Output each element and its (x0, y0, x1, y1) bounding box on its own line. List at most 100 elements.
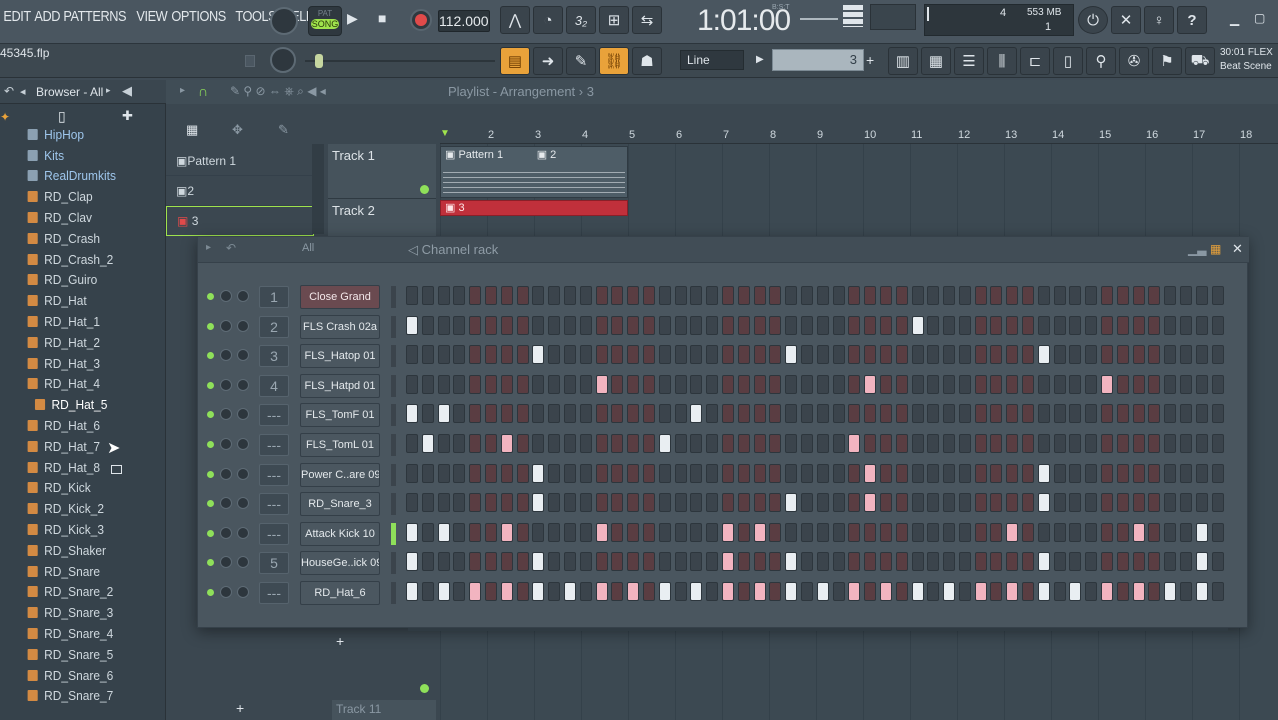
step-button[interactable] (563, 345, 576, 365)
step-button[interactable] (1053, 463, 1066, 483)
record-button[interactable] (410, 9, 432, 31)
step-button[interactable] (674, 552, 687, 572)
channel-select-indicator[interactable] (391, 463, 396, 486)
step-button[interactable] (658, 493, 671, 513)
step-button[interactable] (500, 522, 513, 542)
mixer-icon[interactable]: ⫼ (987, 47, 1017, 75)
playhead-icon[interactable]: ▼ (440, 128, 450, 139)
step-button[interactable] (721, 552, 734, 572)
step-button[interactable] (406, 493, 418, 513)
step-button[interactable] (1101, 315, 1114, 335)
timeline-ruler[interactable]: 2 3 4 5 6 7 8 9 10 11 12 13 14 15 16 17 18 (440, 128, 1278, 144)
step-button[interactable] (943, 345, 956, 365)
step-button[interactable] (974, 463, 987, 483)
track-mute-led[interactable] (420, 185, 429, 194)
menu-add[interactable]: ADD (31, 8, 63, 25)
step-button[interactable] (1211, 582, 1224, 601)
step-button[interactable] (674, 404, 687, 424)
step-button[interactable] (1132, 404, 1145, 424)
step-button[interactable] (879, 463, 892, 483)
step-button[interactable] (516, 345, 529, 365)
step-button[interactable] (895, 582, 908, 601)
step-button[interactable] (1006, 286, 1019, 305)
step-button[interactable] (879, 522, 892, 542)
rack-undo-icon[interactable]: ↶ (226, 241, 236, 255)
step-button[interactable] (737, 345, 750, 365)
browser-file[interactable]: RD_Hat_4 (0, 374, 153, 395)
step-button[interactable] (1101, 374, 1114, 394)
step-button[interactable] (911, 374, 924, 394)
step-button[interactable] (1053, 374, 1066, 394)
step-button[interactable] (737, 463, 750, 483)
step-button[interactable] (1053, 286, 1066, 305)
step-button[interactable] (674, 374, 687, 394)
step-button[interactable] (1069, 463, 1082, 483)
step-button[interactable] (1037, 286, 1050, 305)
channel-select-indicator[interactable] (391, 582, 396, 604)
step-button[interactable] (1101, 345, 1114, 365)
online-icon[interactable]: ⏻ (1078, 6, 1108, 34)
step-button[interactable] (895, 315, 908, 335)
step-button[interactable] (611, 552, 624, 572)
rack-scrollbar[interactable] (408, 628, 1228, 631)
step-button[interactable] (911, 286, 924, 305)
step-button[interactable] (579, 286, 592, 305)
step-button[interactable] (437, 315, 450, 335)
step-button[interactable] (421, 345, 434, 365)
step-button[interactable] (706, 315, 719, 335)
step-button[interactable] (832, 404, 845, 424)
step-button[interactable] (1085, 582, 1098, 601)
menu-edit[interactable]: EDIT (0, 8, 34, 25)
step-button[interactable] (1195, 552, 1208, 572)
step-button[interactable] (832, 493, 845, 513)
browser-file[interactable]: RD_Clav (0, 207, 153, 228)
step-button[interactable] (990, 286, 1003, 305)
step-button[interactable] (848, 345, 861, 365)
step-button[interactable] (706, 345, 719, 365)
step-button[interactable] (579, 345, 592, 365)
pattern-item[interactable]: ▣ 3 (166, 206, 314, 236)
channel-mute-led[interactable] (207, 589, 214, 596)
step-button[interactable] (406, 434, 418, 453)
step-button[interactable] (1101, 434, 1114, 453)
step-button[interactable] (990, 374, 1003, 394)
step-button[interactable] (737, 374, 750, 394)
channel-volume-knob[interactable] (220, 586, 232, 598)
step-button[interactable] (484, 286, 497, 305)
step-button[interactable] (895, 404, 908, 424)
channel-volume-knob[interactable] (220, 526, 232, 539)
step-button[interactable] (406, 315, 418, 335)
channel-mute-led[interactable] (207, 411, 214, 419)
step-button[interactable] (974, 404, 987, 424)
step-button[interactable] (1195, 434, 1208, 453)
step-button[interactable] (579, 552, 592, 572)
step-button[interactable] (706, 286, 719, 305)
step-button[interactable] (706, 404, 719, 424)
step-button[interactable] (658, 345, 671, 365)
step-button[interactable] (958, 434, 971, 453)
step-button[interactable] (737, 582, 750, 601)
step-button[interactable] (911, 315, 924, 335)
step-button[interactable] (1164, 345, 1177, 365)
step-button[interactable] (864, 345, 877, 365)
step-button[interactable] (1195, 345, 1208, 365)
step-button[interactable] (1006, 434, 1019, 453)
step-button[interactable] (627, 582, 640, 601)
step-button[interactable] (1211, 552, 1224, 572)
pat-song-toggle[interactable]: PAT SONG (308, 6, 342, 36)
mixer-track-number[interactable]: --- (259, 582, 289, 604)
browser-file[interactable]: RD_Hat (0, 290, 153, 311)
step-button[interactable] (500, 315, 513, 335)
channel-select-indicator[interactable] (391, 345, 396, 368)
menu-patterns[interactable]: PATTERNS (60, 8, 130, 25)
step-button[interactable] (690, 315, 703, 335)
step-button[interactable] (848, 374, 861, 394)
step-button[interactable] (990, 315, 1003, 335)
mixer-track-number[interactable]: 5 (259, 552, 289, 575)
step-button[interactable] (1211, 493, 1224, 513)
step-button[interactable] (484, 463, 497, 483)
step-button[interactable] (785, 404, 798, 424)
step-button[interactable] (1006, 463, 1019, 483)
menu-view[interactable]: VIEW (133, 8, 171, 25)
step-value[interactable]: 3 (772, 49, 864, 71)
